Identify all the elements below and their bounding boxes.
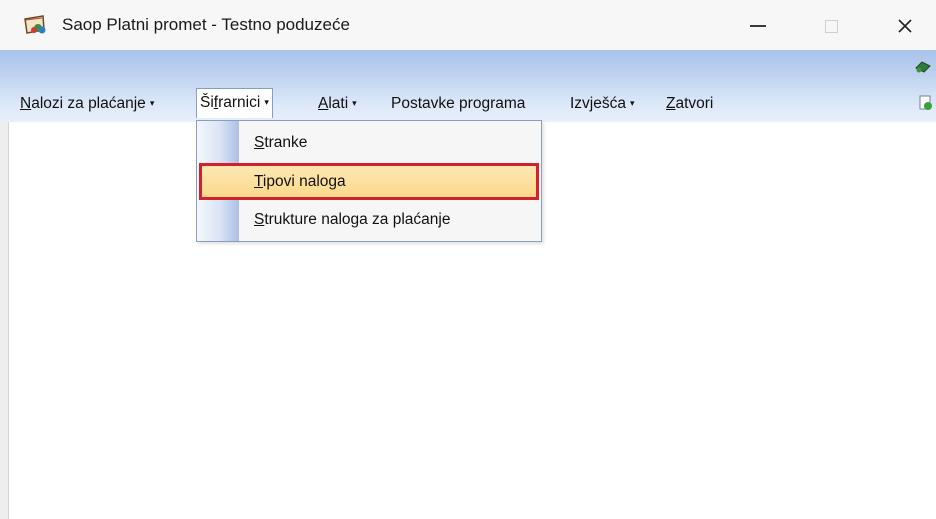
dropdown-item-label: Stranke (254, 126, 307, 160)
menu-nalozi-label: alozi za plaćanje (31, 95, 146, 113)
dropdown-item-text: ipovi naloga (262, 173, 346, 190)
chevron-down-icon: ▾ (630, 98, 635, 108)
app-icon (22, 14, 48, 36)
dropdown-item-mnemonic: T (254, 173, 263, 190)
minimize-icon (750, 25, 766, 27)
app-window: Saop Platni promet - Testno poduzeće Nal… (0, 0, 936, 519)
menu-bar: Nalozi za plaćanje ▾ Šifrarnici ▾ Alati ▾ P… (0, 50, 936, 122)
window-title: Saop Platni promet - Testno poduzeće (62, 15, 350, 34)
chevron-down-icon: ▾ (352, 98, 357, 108)
sifrarnici-dropdown: Stranke Tipovi naloga Strukture naloga z… (196, 120, 542, 242)
menu-nalozi-za-placanje[interactable]: Nalozi za plaćanje ▾ (17, 90, 157, 118)
dropdown-item-label: Tipovi naloga (254, 166, 346, 197)
menu-izvjesca[interactable]: Izvješća ▾ (567, 90, 638, 118)
menu-sifrarnici-label: rarnici (218, 94, 261, 112)
menu-alati[interactable]: Alati ▾ (315, 90, 360, 118)
menu-zatvori[interactable]: Zatvori (663, 90, 716, 118)
menu-alati-label: lati (328, 95, 349, 113)
menu-izvjesca-label: Izvješća (570, 95, 626, 113)
dropdown-item-mnemonic: S (254, 134, 265, 151)
menu-sifrarnici[interactable]: Šifrarnici ▾ (196, 88, 273, 118)
chevron-down-icon: ▾ (149, 98, 155, 108)
menu-postavke-label: Postavke programa (391, 95, 526, 112)
menu-sifrarnici-prefix: Ši (200, 94, 214, 112)
minimize-button[interactable] (735, 8, 781, 44)
close-icon (898, 19, 912, 33)
dropdown-item-text: tranke (264, 134, 308, 151)
maximize-button[interactable] (808, 8, 854, 44)
dropdown-item-tipovi-naloga[interactable]: Tipovi naloga (199, 163, 539, 200)
toolbar-user-icon[interactable] (914, 58, 932, 74)
menu-alati-mnemonic: A (318, 95, 329, 113)
close-button[interactable] (882, 8, 928, 44)
chevron-down-icon: ▾ (264, 97, 269, 107)
title-bar[interactable]: Saop Platni promet - Testno poduzeće (0, 0, 936, 50)
menu-postavke-programa[interactable]: Postavke programa (388, 90, 528, 118)
dropdown-item-strukture-naloga[interactable]: Strukture naloga za plaćanje (197, 203, 541, 237)
menu-zatvori-label: atvori (675, 95, 714, 112)
dropdown-item-text: trukture naloga za plaćanje (264, 211, 451, 228)
toolbar-document-icon[interactable] (918, 95, 934, 111)
dropdown-item-mnemonic: S (254, 211, 265, 228)
maximize-icon (824, 19, 838, 33)
dropdown-item-label: Strukture naloga za plaćanje (254, 203, 450, 237)
dropdown-item-stranke[interactable]: Stranke (197, 126, 541, 160)
menu-nalozi-mnemonic: N (20, 95, 32, 113)
